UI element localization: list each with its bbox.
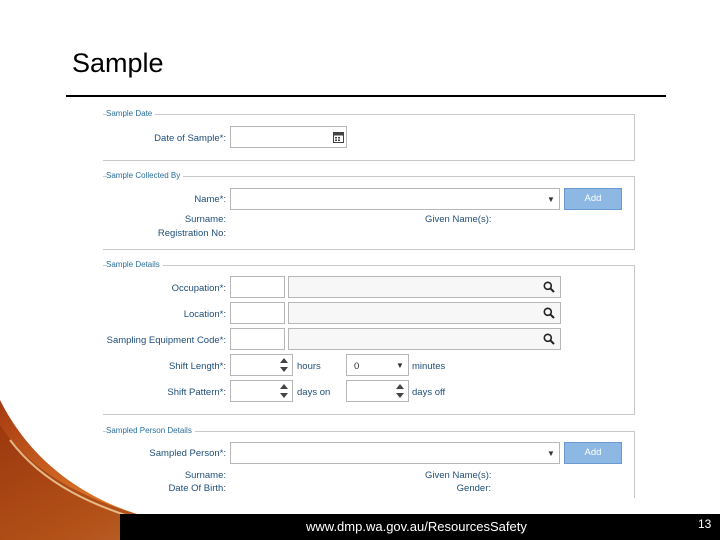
spinner-arrows-icon[interactable] [395,381,405,401]
person-surname-label: Surname: [184,470,226,481]
legend-sampled-person: Sampled Person Details [106,426,195,435]
add-collector-button[interactable]: Add [564,188,622,210]
equipment-code-input[interactable] [230,328,285,350]
search-icon[interactable] [542,332,556,346]
location-label: Location*: [183,309,226,320]
name-label: Name*: [194,194,226,205]
spinner-arrows-icon[interactable] [279,381,289,401]
date-of-birth-label: Date Of Birth: [168,483,226,494]
shift-length-label: Shift Length*: [168,361,226,372]
sample-form: Sample Date Date of Sample*: Sample Coll… [103,106,636,498]
occupation-code-input[interactable] [230,276,285,298]
page-number: 13 [698,517,712,531]
chevron-down-icon[interactable]: ▼ [392,355,408,375]
search-icon[interactable] [542,306,556,320]
add-person-button[interactable]: Add [564,442,622,464]
date-of-sample-label: Date of Sample*: [154,133,226,144]
equipment-code-label: Sampling Equipment Code*: [106,335,226,346]
minutes-label: minutes [412,361,446,372]
legend-collected-by: Sample Collected By [106,171,184,180]
collector-surname-label: Surname: [184,214,226,225]
shift-pattern-label: Shift Pattern*: [167,387,226,398]
occupation-label: Occupation*: [171,283,226,294]
equipment-description-input [288,328,561,350]
calendar-icon[interactable] [331,130,345,144]
location-description-input [288,302,561,324]
days-off-label: days off [412,387,446,398]
legend-sample-details: Sample Details [106,260,163,269]
search-icon[interactable] [542,280,556,294]
collector-name-select[interactable] [230,188,560,210]
days-on-label: days on [297,387,331,398]
date-of-sample-input[interactable] [230,126,347,148]
sampled-person-label: Sampled Person*: [149,448,226,459]
person-given-name-label: Given Name(s): [425,470,492,481]
chevron-down-icon[interactable]: ▼ [543,443,559,463]
slide-title: Sample [72,48,164,78]
collector-given-name-label: Given Name(s): [425,214,492,225]
spinner-arrows-icon[interactable] [279,355,289,375]
legend-sample-date: Sample Date [106,109,156,118]
chevron-down-icon[interactable]: ▼ [543,189,559,209]
sampled-person-select[interactable] [230,442,560,464]
location-code-input[interactable] [230,302,285,324]
occupation-description-input [288,276,561,298]
minutes-value: 0 [354,361,360,372]
footer-url: www.dmp.wa.gov.au/ResourcesSafety [306,519,527,534]
title-divider [66,95,666,97]
hours-label: hours [297,361,321,372]
registration-no-label: Registration No: [157,228,226,239]
gender-label: Gender: [456,483,491,494]
